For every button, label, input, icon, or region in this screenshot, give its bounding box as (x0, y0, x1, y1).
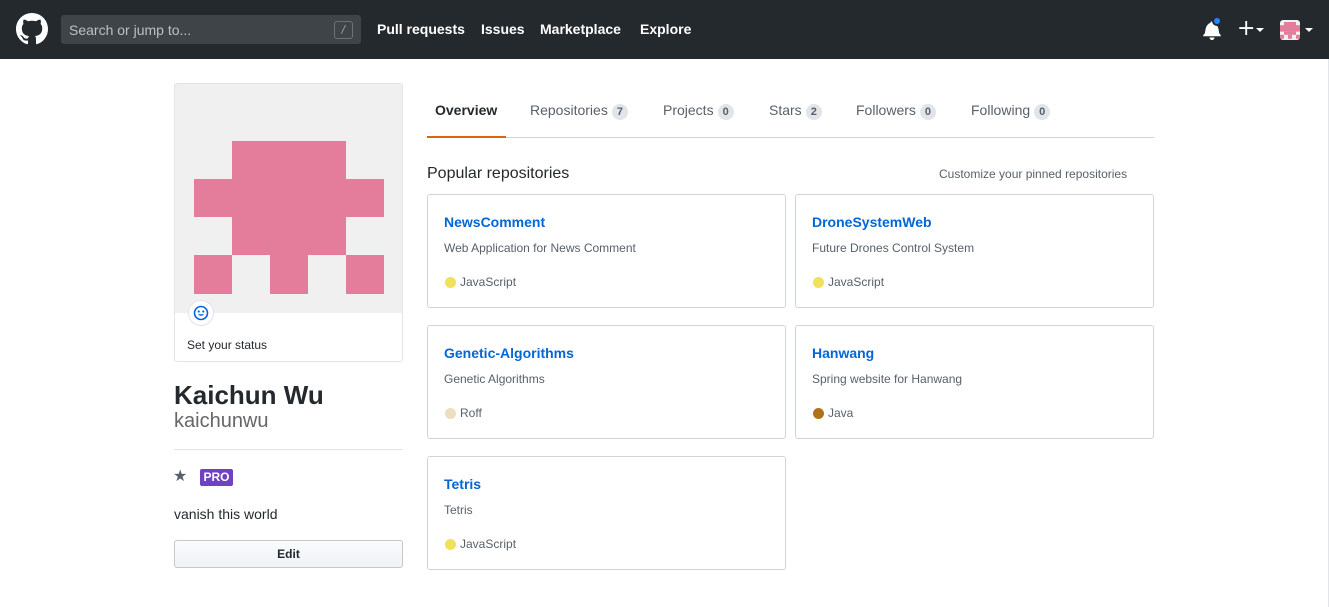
tab-projects[interactable]: Projects 0 (655, 91, 742, 138)
repo-description: Spring website for Hanwang (812, 372, 963, 386)
tab-counter: 2 (805, 104, 822, 120)
repo-language: Roff (460, 406, 482, 420)
popular-repos-heading: Popular repositories (427, 165, 570, 182)
tab-label: Following (971, 102, 1031, 118)
repo-language: JavaScript (460, 537, 517, 551)
top-header: / Pull requests Issues Marketplace Explo… (0, 0, 1329, 59)
create-new-plus-icon[interactable]: + (1237, 18, 1255, 40)
repo-name-link[interactable]: Genetic-Algorithms (444, 345, 574, 361)
repo-card: NewsComment Web Application for News Com… (427, 194, 786, 308)
set-status-smiley-icon[interactable] (188, 300, 214, 326)
repo-card: Hanwang Spring website for Hanwang Java (795, 325, 1154, 439)
tab-label: Stars (769, 102, 802, 118)
identicon-large-icon (194, 141, 384, 294)
tab-label: Followers (856, 102, 916, 118)
repo-card: Tetris Tetris JavaScript (427, 456, 786, 570)
language-color-dot (813, 277, 824, 288)
repo-language: JavaScript (460, 275, 517, 289)
tab-counter: 7 (611, 104, 628, 120)
language-color-dot (445, 539, 456, 550)
edit-profile-button[interactable]: Edit (174, 540, 403, 568)
tab-followers[interactable]: Followers 0 (848, 91, 944, 138)
repo-description: Tetris (444, 503, 473, 517)
repo-card: DroneSystemWeb Future Drones Control Sys… (795, 194, 1154, 308)
profile-tabs: Overview Repositories 7 Projects 0 Stars 2 … (427, 91, 1154, 138)
tab-overview[interactable]: Overview (427, 91, 506, 138)
repo-language: JavaScript (828, 275, 885, 289)
repo-card: Genetic-Algorithms Genetic Algorithms Ro… (427, 325, 786, 439)
nav-explore[interactable]: Explore (640, 21, 691, 38)
tab-counter: 0 (717, 104, 734, 120)
language-color-dot (813, 408, 824, 419)
tab-label: Overview (435, 102, 498, 118)
pro-badge: PRO (200, 469, 233, 486)
repo-name-link[interactable]: Hanwang (812, 345, 874, 361)
tab-label: Repositories (530, 102, 608, 118)
tab-repositories[interactable]: Repositories 7 (522, 91, 636, 138)
set-status-link[interactable]: Set your status (187, 338, 267, 352)
profile-avatar-card: Set your status (174, 83, 403, 362)
search-box[interactable]: / (61, 15, 361, 44)
tab-stars[interactable]: Stars 2 (761, 91, 830, 138)
search-shortcut-key: / (334, 21, 353, 39)
repo-name-link[interactable]: NewsComment (444, 214, 545, 230)
search-input[interactable] (61, 15, 361, 44)
repo-name-link[interactable]: Tetris (444, 476, 481, 492)
customize-pins-link[interactable]: Customize your pinned repositories (939, 167, 1127, 181)
nav-marketplace[interactable]: Marketplace (540, 21, 621, 38)
user-menu-avatar[interactable] (1280, 20, 1300, 40)
tab-label: Projects (663, 102, 714, 118)
repo-description: Web Application for News Comment (444, 241, 636, 255)
unread-notification-dot (1212, 16, 1222, 26)
repo-description: Genetic Algorithms (444, 372, 545, 386)
repo-description: Future Drones Control System (812, 241, 975, 255)
repo-language: Java (828, 406, 854, 420)
repo-name-link[interactable]: DroneSystemWeb (812, 214, 932, 230)
github-logo-icon[interactable] (16, 13, 48, 45)
profile-divider (174, 449, 403, 450)
profile-bio: vanish this world (174, 506, 278, 522)
language-color-dot (445, 408, 456, 419)
create-dropdown-caret-icon[interactable] (1256, 28, 1264, 32)
star-icon: ★ (173, 466, 188, 485)
tab-counter: 0 (1034, 104, 1051, 120)
identicon-small-icon (1280, 22, 1300, 39)
language-color-dot (445, 277, 456, 288)
user-menu-caret-icon[interactable] (1305, 28, 1313, 32)
profile-fullname: Kaichun Wu (174, 380, 324, 410)
nav-issues[interactable]: Issues (481, 21, 525, 38)
nav-pull-requests[interactable]: Pull requests (377, 21, 465, 38)
profile-username: kaichunwu (174, 410, 269, 432)
tab-counter: 0 (919, 104, 937, 120)
profile-avatar[interactable] (175, 84, 402, 313)
tab-following[interactable]: Following 0 (963, 91, 1058, 138)
